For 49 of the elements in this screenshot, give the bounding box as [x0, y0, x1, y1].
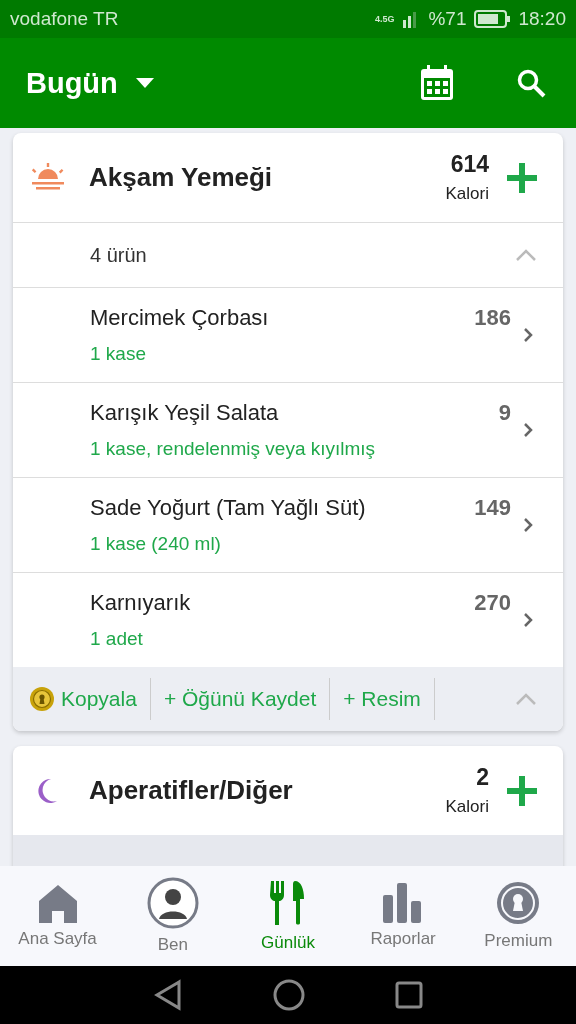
action-button[interactable]: Kopyala — [29, 678, 151, 720]
food-name: Mercimek Çorbası — [90, 305, 269, 331]
food-item[interactable]: Sade Yoğurt (Tam Yağlı Süt) 149 1 kase (240 ml) — [13, 477, 563, 572]
food-name: Karışık Yeşil Salata — [90, 400, 279, 426]
recents-square-icon[interactable] — [395, 981, 423, 1009]
food-calories: 270 — [474, 590, 511, 616]
clock-time: 18:20 — [518, 8, 566, 30]
food-calories: 9 — [498, 400, 511, 426]
network-type: 4.5G — [374, 14, 395, 24]
food-portion: 1 adet — [90, 628, 144, 650]
home-icon — [36, 883, 79, 923]
food-calories: 186 — [474, 305, 511, 331]
chevron-right-icon — [523, 327, 533, 343]
food-item[interactable]: Mercimek Çorbası 186 1 kase — [13, 287, 563, 382]
nav-tab[interactable]: Raporlar — [348, 882, 459, 950]
keyhole-badge-icon — [496, 881, 541, 925]
chevron-right-icon — [523, 422, 533, 438]
food-name: Sade Yoğurt (Tam Yağlı Süt) — [90, 495, 366, 521]
keyhole-badge-icon — [29, 686, 55, 712]
food-portion: 1 kase — [90, 343, 147, 365]
food-name: Karnıyarık — [90, 590, 191, 616]
meal-title: Aperatifler/Diğer — [89, 775, 294, 806]
action-button[interactable]: + Öğünü Kaydet — [150, 678, 331, 720]
nav-tab[interactable]: Günlük — [232, 878, 343, 954]
food-item[interactable]: Karışık Yeşil Salata 9 1 kase, rendelenmiş veya kıyılmış — [13, 382, 563, 477]
calorie-total: 614 — [450, 151, 489, 178]
nav-tab[interactable]: Premium — [463, 880, 574, 952]
home-circle-icon[interactable] — [273, 979, 305, 1011]
calorie-label: Kalori — [445, 797, 489, 817]
calorie-label: Kalori — [445, 184, 489, 204]
avatar-icon — [146, 877, 199, 929]
back-icon[interactable] — [153, 979, 183, 1011]
food-portion: 1 kase (240 ml) — [90, 533, 222, 555]
bar-chart-icon — [383, 883, 424, 923]
battery-percent: %71 — [428, 8, 467, 30]
food-calories: 149 — [474, 495, 511, 521]
item-count: 4 ürün — [90, 243, 147, 267]
food-portion: 1 kase, rendelenmiş veya kıyılmış — [90, 438, 377, 460]
battery-icon — [474, 10, 511, 28]
meal-title: Akşam Yemeği — [89, 162, 274, 193]
carrier-name: vodafone TR — [10, 8, 120, 30]
sunset-icon — [29, 162, 67, 193]
chevron-right-icon — [523, 517, 533, 533]
chevron-right-icon — [523, 612, 533, 628]
nav-tab[interactable]: Ben — [117, 876, 228, 956]
action-button[interactable]: + Resim — [330, 678, 435, 720]
nav-tab[interactable]: Ana Sayfa — [2, 882, 113, 950]
calorie-total: 2 — [476, 764, 489, 791]
date-title: Bugün — [26, 66, 118, 100]
